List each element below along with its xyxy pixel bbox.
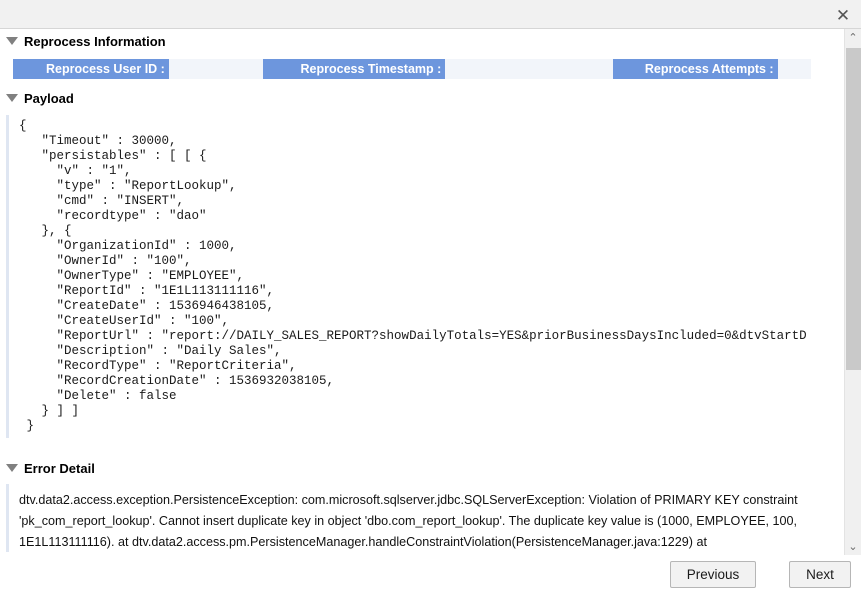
label-reprocess-user-id: Reprocess User ID : [13, 59, 169, 79]
dialog-titlebar: ✕ [0, 0, 861, 29]
section-header-payload[interactable]: Payload [0, 86, 844, 110]
vertical-scrollbar[interactable]: ⌃ ⌄ [844, 29, 861, 555]
error-detail-block: dtv.data2.access.exception.PersistenceEx… [6, 484, 844, 552]
dialog-scroll-region[interactable]: Reprocess Information Reprocess User ID … [0, 29, 844, 555]
section-header-error-detail[interactable]: Error Detail [0, 456, 844, 480]
scrollbar-thumb[interactable] [846, 48, 861, 370]
dialog-content: Reprocess Information Reprocess User ID … [0, 29, 844, 552]
chevron-down-icon [6, 37, 18, 45]
error-detail-text: dtv.data2.access.exception.PersistenceEx… [19, 493, 798, 549]
payload-json-text: { "Timeout" : 30000, "persistables" : [ … [19, 119, 807, 433]
scroll-up-icon[interactable]: ⌃ [845, 29, 861, 46]
payload-code-block: { "Timeout" : 30000, "persistables" : [ … [6, 115, 844, 438]
section-header-reprocess-information[interactable]: Reprocess Information [0, 29, 844, 53]
label-reprocess-timestamp: Reprocess Timestamp : [263, 59, 446, 79]
section-title-reprocess-information: Reprocess Information [24, 33, 166, 49]
chevron-down-icon [6, 94, 18, 102]
close-icon[interactable]: ✕ [831, 3, 855, 27]
previous-button[interactable]: Previous [670, 561, 756, 588]
next-button[interactable]: Next [789, 561, 851, 588]
reprocess-detail-dialog: ✕ Reprocess Information Reprocess User I… [0, 0, 861, 599]
dialog-footer: Previous Next [0, 555, 861, 599]
section-title-payload: Payload [24, 90, 74, 106]
value-reprocess-user-id[interactable] [168, 59, 263, 79]
section-title-error-detail: Error Detail [24, 460, 95, 476]
scroll-down-icon[interactable]: ⌄ [845, 538, 861, 555]
reprocess-field-row: Reprocess User ID : Reprocess Timestamp … [13, 59, 811, 79]
chevron-down-icon [6, 464, 18, 472]
label-reprocess-attempts: Reprocess Attempts : [612, 59, 778, 79]
value-reprocess-attempts[interactable] [777, 59, 811, 79]
value-reprocess-timestamp[interactable] [445, 59, 613, 79]
